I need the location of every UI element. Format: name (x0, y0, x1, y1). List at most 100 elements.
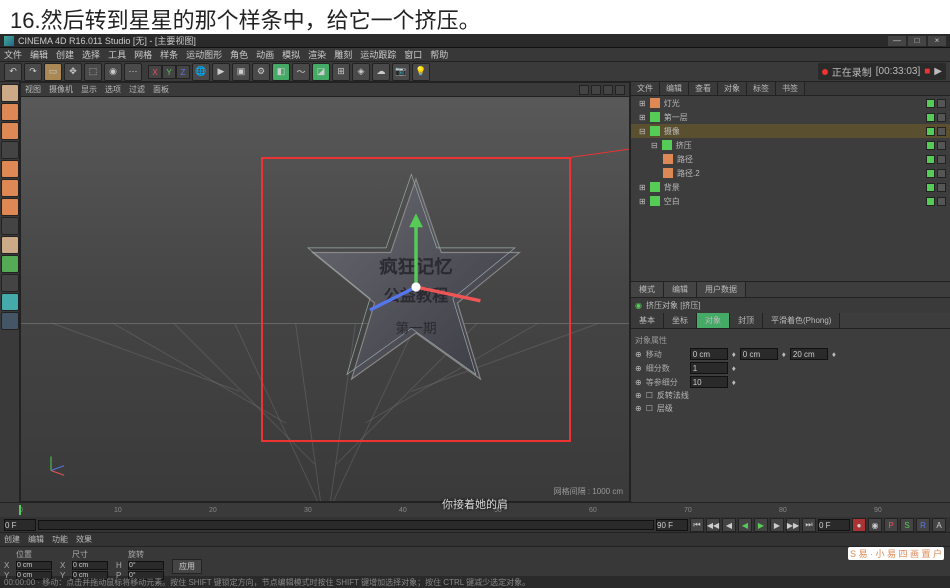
hierarchy-check[interactable]: ☐ (646, 404, 653, 413)
move-tool[interactable]: ✥ (64, 63, 82, 81)
size-y[interactable] (72, 571, 108, 580)
prev-frame[interactable]: ◀ (722, 518, 736, 532)
environment[interactable]: ☁ (372, 63, 390, 81)
next-frame[interactable]: ▶ (770, 518, 784, 532)
snap-toggle[interactable] (1, 255, 19, 273)
point-mode[interactable] (1, 160, 19, 178)
key-a[interactable]: A (932, 518, 946, 532)
omtab-edit[interactable]: 编辑 (660, 82, 689, 95)
maximize-button[interactable]: □ (908, 36, 926, 46)
iso-input[interactable] (690, 376, 728, 388)
rec-btn[interactable]: ■ (924, 66, 930, 77)
redo-button[interactable]: ↷ (24, 63, 42, 81)
obj-item[interactable]: 路径.2 (631, 166, 950, 180)
last-tool[interactable]: ⋯ (124, 63, 142, 81)
star-3d-object[interactable]: 疯狂记忆 公益教程 第一期 (301, 172, 531, 402)
frame-end-input[interactable] (656, 519, 688, 531)
y-lock[interactable]: Y (162, 65, 176, 79)
nurbs-tool[interactable]: ◪ (312, 63, 330, 81)
light-tool[interactable]: 💡 (412, 63, 430, 81)
record-key[interactable]: ● (852, 518, 866, 532)
pos-y[interactable] (16, 571, 52, 580)
omtab-bookmark[interactable]: 书签 (776, 82, 805, 95)
menu-sculpt[interactable]: 雕刻 (334, 48, 352, 61)
menu-simulate[interactable]: 模拟 (282, 48, 300, 61)
obj-item[interactable]: ⊞第一层 (631, 110, 950, 124)
obj-item[interactable]: ⊞空白 (631, 194, 950, 208)
vp-view[interactable]: 视图 (25, 84, 41, 95)
goto-start[interactable]: ⏮ (690, 518, 704, 532)
menu-track[interactable]: 运动跟踪 (360, 48, 396, 61)
play-fwd[interactable]: ▶ (754, 518, 768, 532)
array-tool[interactable]: ⊞ (332, 63, 350, 81)
play-back[interactable]: ◀ (738, 518, 752, 532)
make-editable[interactable] (1, 84, 19, 102)
menu-file[interactable]: 文件 (4, 48, 22, 61)
texture-mode[interactable] (1, 122, 19, 140)
mat-edit[interactable]: 编辑 (28, 534, 44, 545)
camera-tool[interactable]: 📷 (392, 63, 410, 81)
omtab-tags[interactable]: 标签 (747, 82, 776, 95)
vp-nav-2[interactable] (591, 85, 601, 95)
mat-create[interactable]: 创建 (4, 534, 20, 545)
key-p[interactable]: P (884, 518, 898, 532)
frame-cur-input[interactable] (818, 519, 850, 531)
playhead[interactable] (19, 505, 21, 515)
subtab-basic[interactable]: 基本 (631, 313, 664, 328)
menu-select[interactable]: 选择 (82, 48, 100, 61)
menu-spline[interactable]: 样条 (160, 48, 178, 61)
move-z-input[interactable] (790, 348, 828, 360)
polygon-mode[interactable] (1, 198, 19, 216)
obj-item[interactable]: ⊟挤压 (631, 138, 950, 152)
menu-render[interactable]: 渲染 (308, 48, 326, 61)
vp-options[interactable]: 选项 (105, 84, 121, 95)
scale-tool[interactable]: ⬚ (84, 63, 102, 81)
spline-tool[interactable]: ～ (292, 63, 310, 81)
flip-normals-check[interactable]: ☐ (646, 391, 653, 400)
menu-character[interactable]: 角色 (230, 48, 248, 61)
vp-nav-3[interactable] (603, 85, 613, 95)
cube-primitive[interactable]: ◧ (272, 63, 290, 81)
subtab-object[interactable]: 对象 (697, 313, 730, 328)
tweak-mode[interactable] (1, 236, 19, 254)
size-x[interactable] (72, 561, 108, 570)
menu-window[interactable]: 窗口 (404, 48, 422, 61)
menu-tools[interactable]: 工具 (108, 48, 126, 61)
rot-h[interactable] (128, 561, 164, 570)
menu-edit[interactable]: 编辑 (30, 48, 48, 61)
select-tool[interactable]: ▭ (44, 63, 62, 81)
obj-item[interactable]: ⊞背景 (631, 180, 950, 194)
subtab-phong[interactable]: 平滑着色(Phong) (763, 313, 840, 328)
edge-mode[interactable] (1, 179, 19, 197)
menu-help[interactable]: 帮助 (430, 48, 448, 61)
rotate-tool[interactable]: ◉ (104, 63, 122, 81)
render-settings[interactable]: ⚙ (252, 63, 270, 81)
move-x-input[interactable] (690, 348, 728, 360)
attr-tab-user[interactable]: 用户数据 (697, 282, 746, 297)
workplane-mode[interactable] (1, 141, 19, 159)
model-mode[interactable] (1, 103, 19, 121)
minimize-button[interactable]: — (888, 36, 906, 46)
play-btn[interactable]: ▶ (934, 66, 942, 77)
subtab-caps[interactable]: 封顶 (730, 313, 763, 328)
autokey[interactable]: ◉ (868, 518, 882, 532)
undo-button[interactable]: ↶ (4, 63, 22, 81)
obj-item[interactable]: 路径 (631, 152, 950, 166)
render-view[interactable]: ▶ (212, 63, 230, 81)
render-region[interactable]: ▣ (232, 63, 250, 81)
apply-button[interactable]: 应用 (172, 559, 202, 574)
x-lock[interactable]: X (148, 65, 162, 79)
axis-mode[interactable] (1, 217, 19, 235)
subdiv-input[interactable] (690, 362, 728, 374)
key-r[interactable]: R (916, 518, 930, 532)
goto-end[interactable]: ⏭ (802, 518, 816, 532)
menu-mograph[interactable]: 运动图形 (186, 48, 222, 61)
vp-nav-1[interactable] (579, 85, 589, 95)
attr-tab-mode[interactable]: 模式 (631, 282, 664, 297)
omtab-view[interactable]: 查看 (689, 82, 718, 95)
omtab-file[interactable]: 文件 (631, 82, 660, 95)
menu-create[interactable]: 创建 (56, 48, 74, 61)
vp-cameras[interactable]: 摄像机 (49, 84, 73, 95)
rot-p[interactable] (128, 571, 164, 580)
timeline-slider[interactable] (38, 520, 654, 530)
